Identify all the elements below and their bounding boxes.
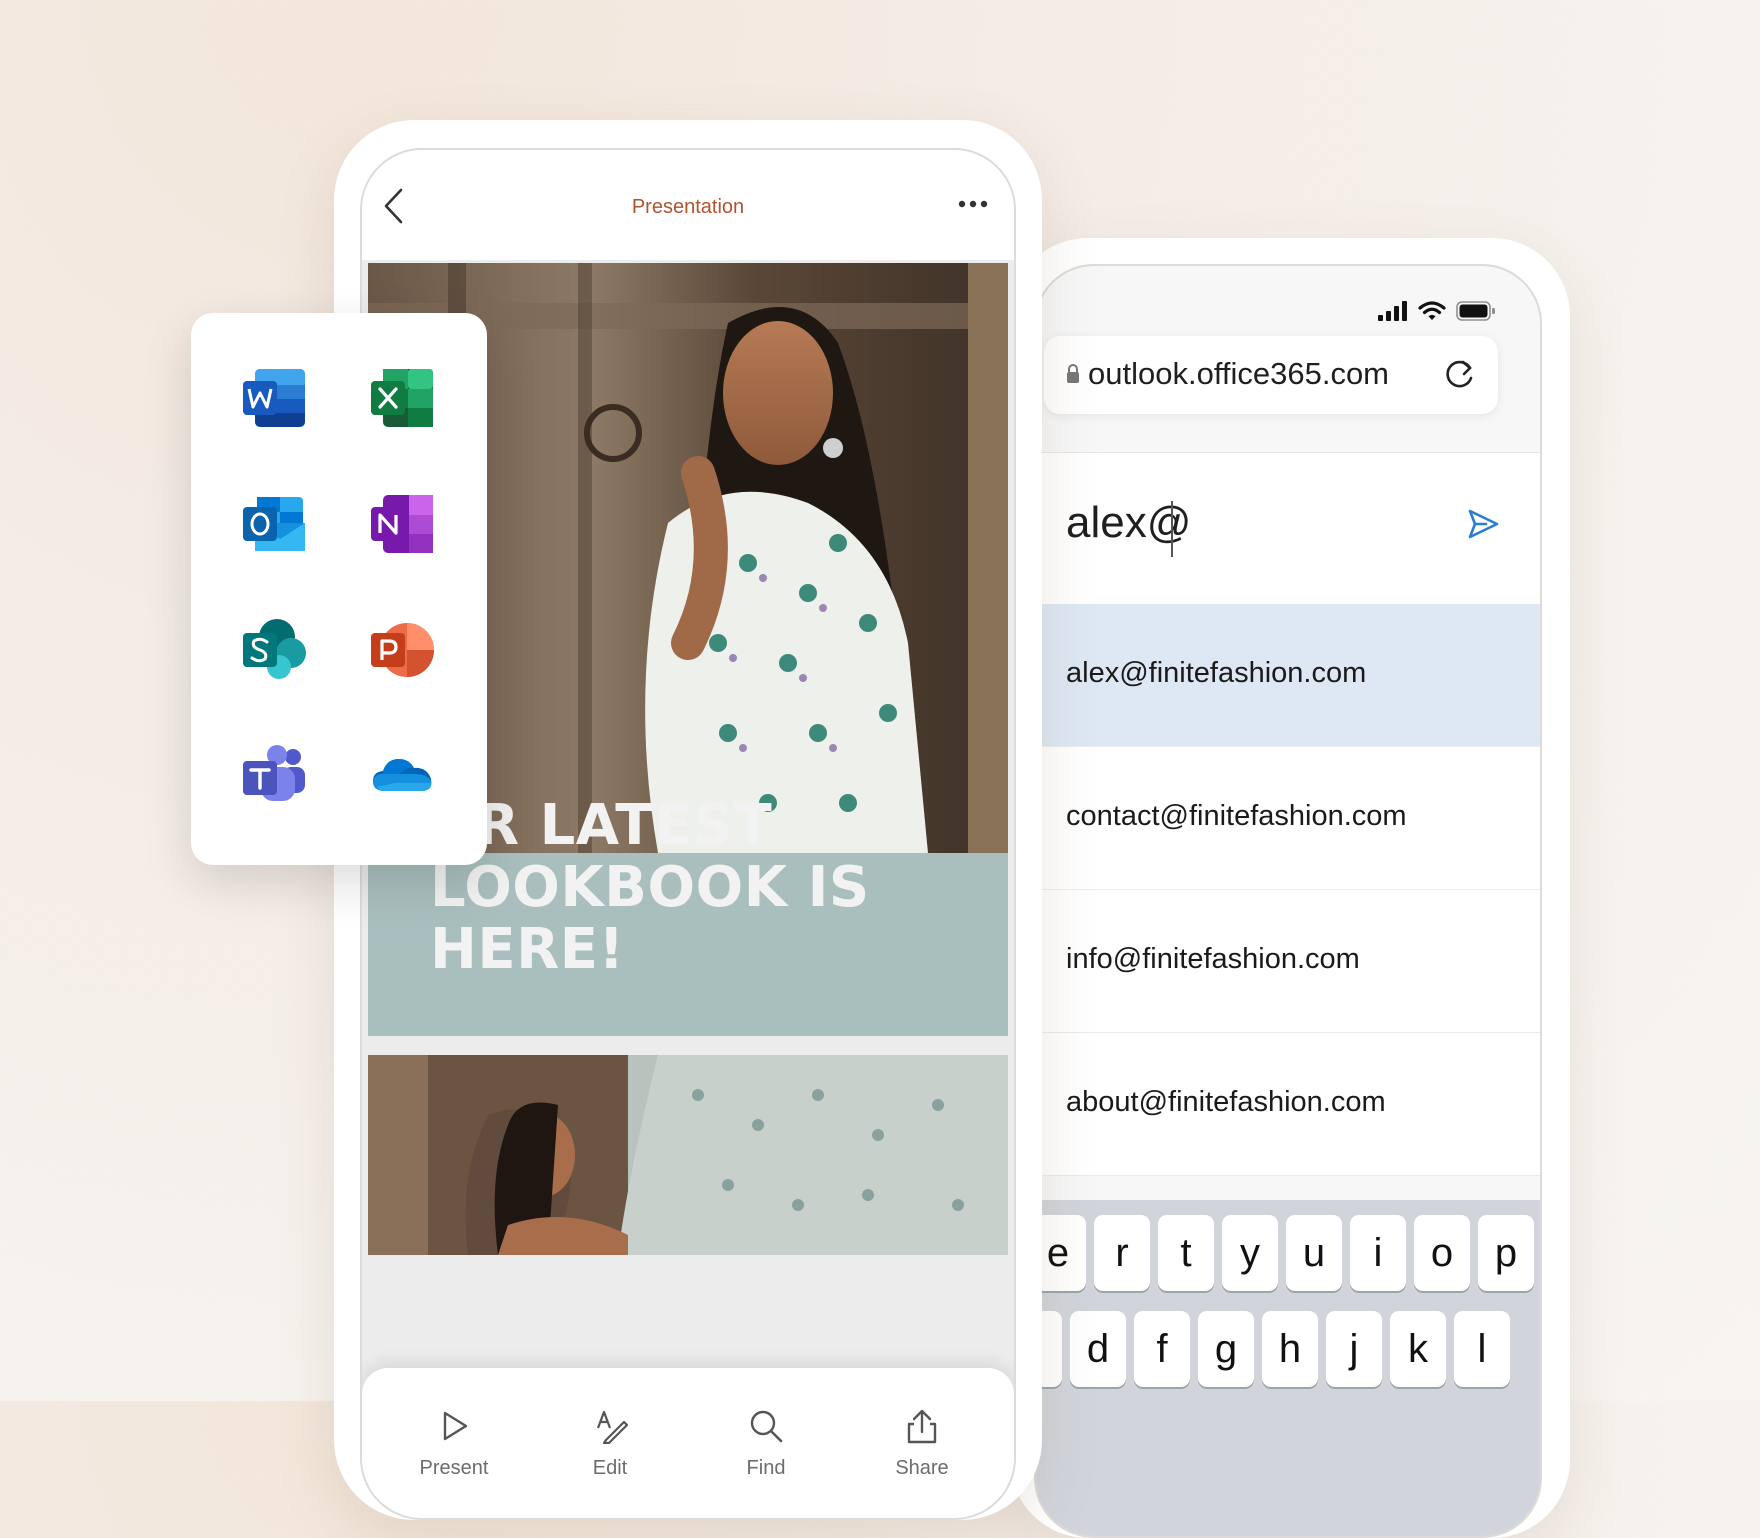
suggestion-email: contact@finitefashion.com: [1066, 800, 1407, 832]
browser-screen: outlook.office365.com alex@ alex@finitef…: [1034, 264, 1542, 1538]
bottom-toolbar: Present Edit Find Share: [362, 1368, 1014, 1518]
find-label: Find: [746, 1457, 786, 1479]
cellular-signal-icon: [1378, 301, 1407, 321]
key-f[interactable]: f: [1134, 1311, 1190, 1387]
status-bar: [1378, 300, 1496, 322]
suggestion-item[interactable]: info@finitefashion.com: [1036, 890, 1540, 1033]
key-l[interactable]: l: [1454, 1311, 1510, 1387]
suggestion-item[interactable]: contact@finitefashion.com: [1036, 747, 1540, 890]
key-p[interactable]: p: [1478, 1215, 1534, 1291]
play-icon: [443, 1411, 468, 1441]
key-t[interactable]: t: [1158, 1215, 1214, 1291]
reload-icon[interactable]: [1440, 354, 1480, 394]
sharepoint-icon[interactable]: [241, 617, 307, 683]
powerpoint-icon[interactable]: [369, 617, 435, 683]
top-bar: Presentation: [362, 150, 1014, 260]
find-button[interactable]: Find: [706, 1408, 826, 1480]
recipient-field[interactable]: alex@: [1036, 452, 1540, 605]
wifi-icon: [1418, 301, 1446, 320]
key-r[interactable]: r: [1094, 1215, 1150, 1291]
suggestion-email: alex@finitefashion.com: [1066, 657, 1367, 689]
key-d[interactable]: d: [1070, 1311, 1126, 1387]
edit-button[interactable]: Edit: [550, 1408, 670, 1480]
share-icon: [907, 1409, 937, 1444]
lock-icon: [1067, 364, 1079, 383]
keyboard: e r t y u i o p d f g h j k l: [1036, 1200, 1540, 1536]
key-o[interactable]: o: [1414, 1215, 1470, 1291]
document-title: Presentation: [631, 196, 745, 218]
onedrive-icon[interactable]: [369, 743, 435, 809]
present-button[interactable]: Present: [394, 1408, 514, 1480]
search-icon: [750, 1410, 783, 1443]
teams-icon[interactable]: [241, 743, 307, 809]
more-options-icon[interactable]: [958, 200, 988, 208]
key-g[interactable]: g: [1198, 1311, 1254, 1387]
text-cursor: [1171, 501, 1173, 557]
key-j[interactable]: j: [1326, 1311, 1382, 1387]
battery-icon: [1456, 301, 1495, 321]
suggestion-item[interactable]: about@finitefashion.com: [1036, 1033, 1540, 1176]
key-k[interactable]: k: [1390, 1311, 1446, 1387]
outlook-icon[interactable]: [241, 491, 307, 557]
send-icon[interactable]: [1466, 507, 1500, 541]
slide-thumbnail[interactable]: [368, 1055, 1008, 1255]
present-label: Present: [419, 1457, 489, 1479]
browser-phone: outlook.office365.com alex@ alex@finitef…: [1010, 238, 1570, 1538]
share-button[interactable]: Share: [862, 1408, 982, 1480]
share-label: Share: [895, 1457, 949, 1479]
key-h[interactable]: h: [1262, 1311, 1318, 1387]
suggestion-email: info@finitefashion.com: [1066, 943, 1360, 975]
edit-pen-icon: [596, 1410, 629, 1445]
slide-heading: UR LATEST LOOKBOOK IS HERE!: [430, 793, 870, 982]
excel-icon[interactable]: [369, 365, 435, 431]
word-icon[interactable]: [241, 365, 307, 431]
onenote-icon[interactable]: [369, 491, 435, 557]
office-apps-card: [191, 313, 487, 865]
key-y[interactable]: y: [1222, 1215, 1278, 1291]
edit-label: Edit: [592, 1457, 628, 1479]
url-text[interactable]: outlook.office365.com: [1088, 356, 1389, 392]
suggestion-item[interactable]: alex@finitefashion.com: [1036, 604, 1540, 747]
lookbook-photo-2: [368, 1055, 1008, 1255]
key-u[interactable]: u: [1286, 1215, 1342, 1291]
key-i[interactable]: i: [1350, 1215, 1406, 1291]
url-bar[interactable]: outlook.office365.com: [1044, 336, 1498, 414]
suggestion-email: about@finitefashion.com: [1066, 1086, 1386, 1118]
